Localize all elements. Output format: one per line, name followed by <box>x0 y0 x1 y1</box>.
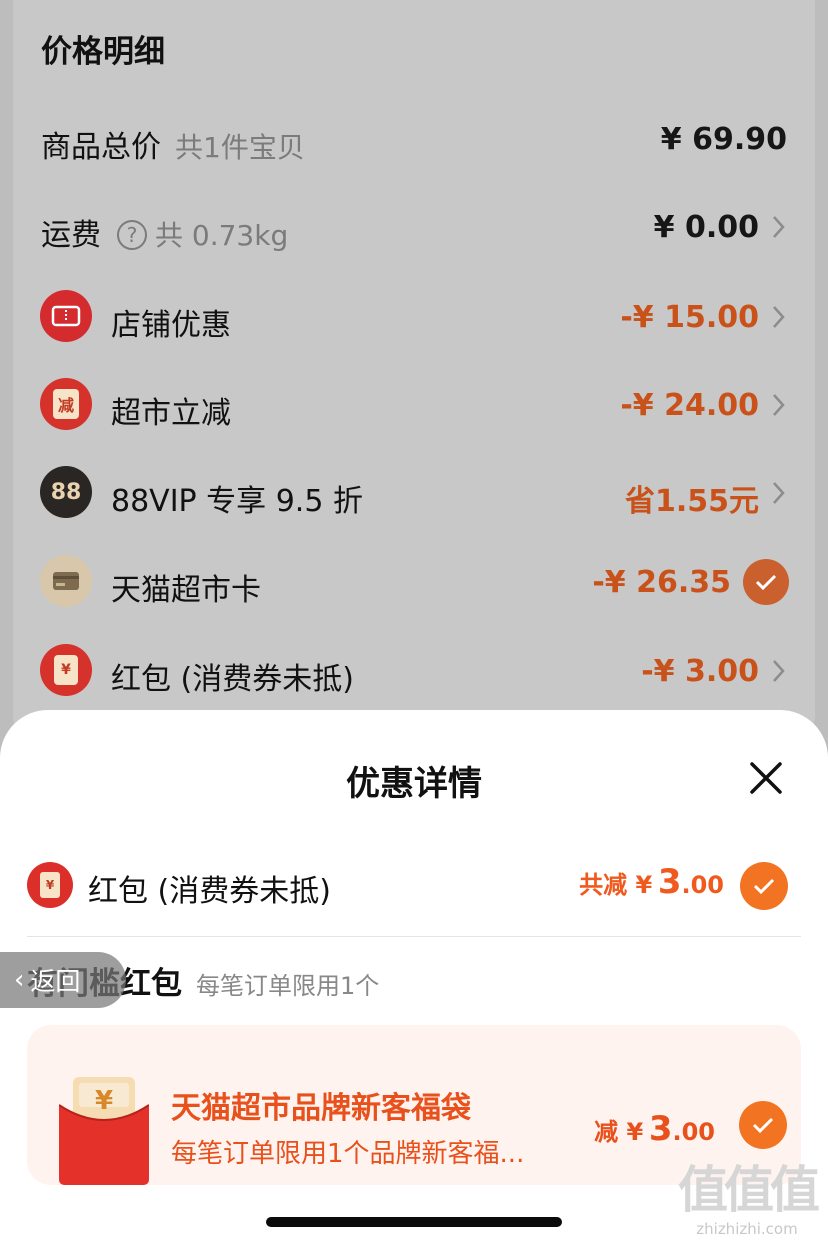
coupon-amount: 减 ¥ 3.00 <box>594 1109 715 1149</box>
row-88vip[interactable]: 88 88VIP 专享 9.5 折 省1.55元 <box>13 458 815 528</box>
row-tmall-card[interactable]: 天猫超市卡 -¥ 26.35 <box>13 547 815 617</box>
row-label: 88VIP 专享 9.5 折 <box>111 484 363 519</box>
row-label: 天猫超市卡 <box>111 573 261 608</box>
help-icon[interactable]: ? <box>117 220 147 250</box>
checked-icon[interactable] <box>743 559 789 605</box>
row-value: -¥ 24.00 <box>620 388 759 423</box>
red-packet-summary[interactable]: ¥ 红包 (消费券未抵) 共减 ¥ 3.00 <box>0 850 828 922</box>
close-icon[interactable] <box>748 760 784 796</box>
watermark: 值值值 zhizhizhi.com <box>678 1161 820 1238</box>
row-label: 超市立减 <box>111 396 231 431</box>
section-subtitle: 每笔订单限用1个 <box>196 972 380 1000</box>
checked-icon[interactable] <box>740 862 788 910</box>
chevron-right-icon <box>773 482 785 504</box>
summary-label: 红包 (消费券未抵) <box>88 874 331 909</box>
row-value: -¥ 15.00 <box>620 300 759 335</box>
row-supermarket-reduce[interactable]: 减 超市立减 -¥ 24.00 <box>13 370 815 440</box>
chevron-right-icon <box>773 660 785 682</box>
red-envelope-icon: ¥ <box>59 1077 149 1185</box>
red-packet-icon: ¥ <box>40 644 92 696</box>
coupon-title: 天猫超市品牌新客福袋 <box>171 1091 471 1126</box>
sheet-title: 优惠详情 <box>346 764 482 804</box>
row-value: ¥ 0.00 <box>653 210 759 245</box>
red-packet-icon: ¥ <box>27 862 73 908</box>
row-label: 运费 <box>41 218 101 253</box>
ticket-icon <box>40 290 92 342</box>
row-value: -¥ 26.35 <box>592 565 731 600</box>
row-shop-discount[interactable]: 店铺优惠 -¥ 15.00 <box>13 282 815 352</box>
back-label: 返回 <box>30 967 81 996</box>
price-detail-panel: 价格明细 商品总价 共1件宝贝 ¥ 69.90 运费? 共 0.73kg ¥ 0.0… <box>13 0 815 740</box>
home-indicator[interactable] <box>266 1217 562 1227</box>
row-value: 省1.55元 <box>624 484 759 519</box>
chevron-right-icon <box>773 216 785 238</box>
chevron-right-icon <box>773 394 785 416</box>
svg-text:¥: ¥ <box>95 1086 113 1116</box>
row-red-packet[interactable]: ¥ 红包 (消费券未抵) -¥ 3.00 <box>13 636 815 706</box>
back-button[interactable]: ‹ 返回 <box>0 952 126 1008</box>
row-sub: 共 0.73kg <box>155 219 289 252</box>
card-icon <box>40 555 92 607</box>
row-label: 红包 (消费券未抵) <box>111 662 354 697</box>
row-value: ¥ 69.90 <box>660 122 787 157</box>
divider <box>27 936 801 937</box>
coupon-desc: 每笔订单限用1个品牌新客福... <box>171 1139 525 1169</box>
chevron-right-icon <box>773 306 785 328</box>
row-label: 商品总价 <box>41 130 161 165</box>
panel-title: 价格明细 <box>41 34 165 70</box>
checked-icon[interactable] <box>739 1101 787 1149</box>
vip88-icon: 88 <box>40 466 92 518</box>
summary-amount: 共减 ¥ 3.00 <box>579 862 724 902</box>
row-sub: 共1件宝贝 <box>175 131 305 164</box>
row-goods-total: 商品总价 共1件宝贝 ¥ 69.90 <box>13 104 815 174</box>
chevron-left-icon: ‹ <box>14 965 25 995</box>
reduce-icon: 减 <box>40 378 92 430</box>
row-value: -¥ 3.00 <box>641 654 759 689</box>
row-label: 店铺优惠 <box>111 308 231 343</box>
row-shipping[interactable]: 运费? 共 0.73kg ¥ 0.00 <box>13 192 815 262</box>
